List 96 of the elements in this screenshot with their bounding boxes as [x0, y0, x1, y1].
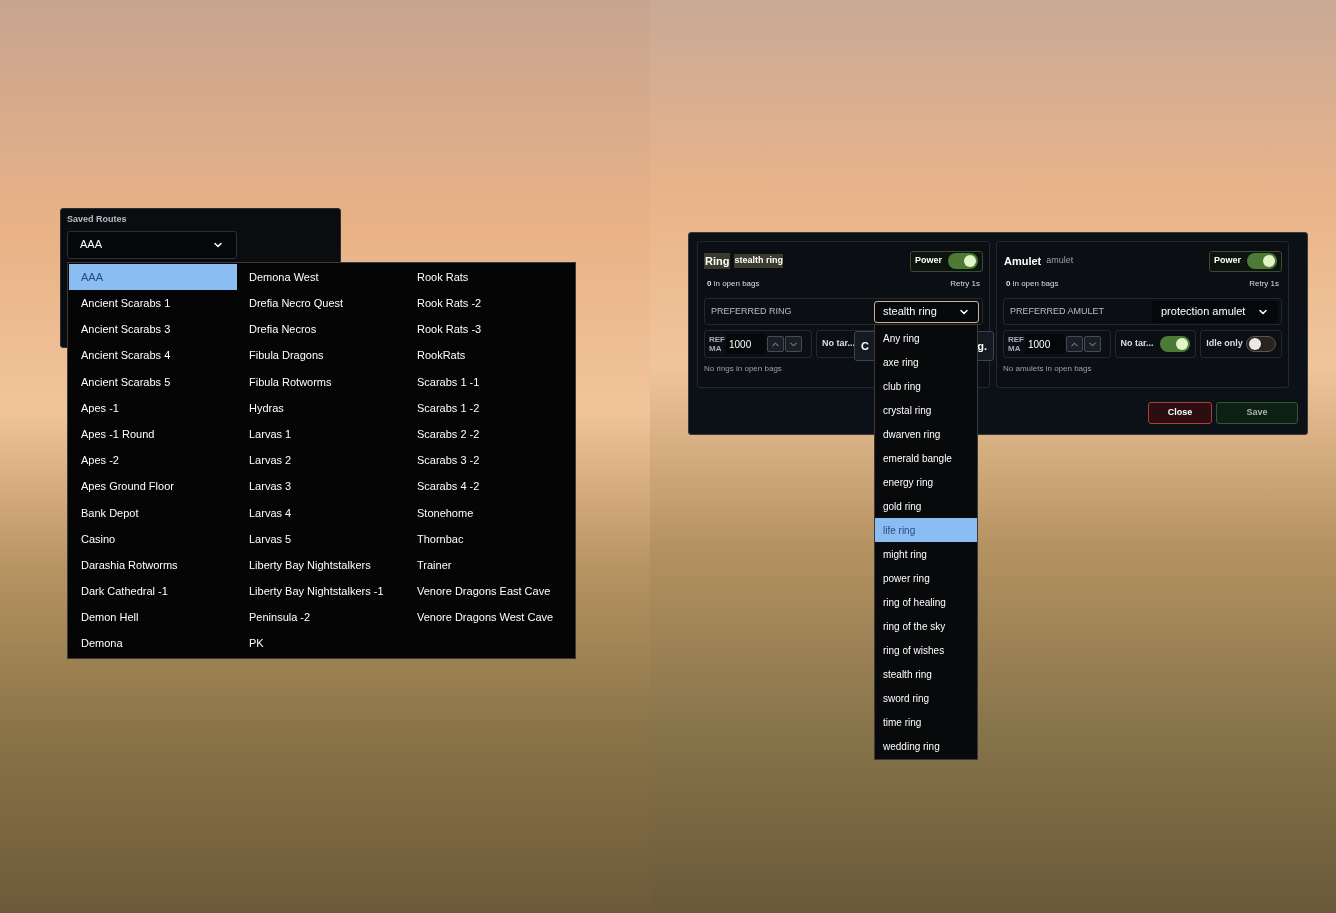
- route-option[interactable]: Bank Depot: [69, 499, 237, 526]
- toggle-switch[interactable]: [948, 253, 978, 269]
- route-option[interactable]: Scarabs 2 -2: [405, 421, 573, 448]
- route-option[interactable]: Larvas 3: [237, 473, 405, 500]
- route-option[interactable]: Scarabs 4 -2: [405, 473, 573, 500]
- option-label: No tar...: [822, 337, 855, 351]
- route-option[interactable]: Ancient Scarabs 5: [69, 368, 237, 395]
- footer-button[interactable]: Close: [1148, 402, 1212, 424]
- dropdown-option[interactable]: dwarven ring: [875, 422, 977, 446]
- route-select[interactable]: AAA: [67, 230, 237, 259]
- bag-count-text: 0 in open bags: [1006, 278, 1059, 290]
- route-option[interactable]: Ancient Scarabs 4: [69, 342, 237, 369]
- footer-button[interactable]: Save: [1216, 402, 1298, 424]
- route-option[interactable]: Thornbac: [405, 525, 573, 553]
- dropdown-option[interactable]: emerald bangle: [875, 446, 977, 470]
- route-option[interactable]: Apes Ground Floor: [69, 473, 237, 500]
- dropdown-option[interactable]: wedding ring: [875, 734, 977, 758]
- dropdown-option[interactable]: power ring: [875, 566, 977, 590]
- dropdown-option[interactable]: axe ring: [875, 350, 977, 374]
- route-option[interactable]: Ancient Scarabs 1: [69, 290, 237, 317]
- dropdown-option[interactable]: Any ring: [875, 326, 977, 350]
- dropdown-option[interactable]: crystal ring: [875, 398, 977, 422]
- route-option[interactable]: Venore Dragons East Cave: [405, 578, 573, 605]
- retry-text: Retry 1s: [950, 278, 980, 290]
- route-option[interactable]: Rook Rats -2: [405, 290, 573, 317]
- route-option[interactable]: Trainer: [405, 552, 573, 579]
- section-subtitle: stealth ring: [734, 254, 783, 268]
- dropdown-option[interactable]: life ring: [875, 518, 977, 542]
- dropdown-option[interactable]: ring of healing: [875, 590, 977, 614]
- option-label: No tar...: [1120, 337, 1154, 351]
- route-option[interactable]: Rook Rats -3: [405, 316, 573, 343]
- bag-note: No amulets in open bags: [1003, 363, 1093, 375]
- route-option[interactable]: Apes -2: [69, 447, 237, 474]
- refill-input[interactable]: 1000: [1025, 334, 1065, 354]
- power-control[interactable]: Power: [1209, 250, 1282, 272]
- panel-title: Saved Routes: [67, 213, 128, 226]
- preferred-select[interactable]: stealth ring: [874, 300, 979, 323]
- route-option[interactable]: Ancient Scarabs 3: [69, 316, 237, 343]
- refill-label: REF MA: [709, 335, 725, 353]
- route-option[interactable]: Apes -1: [69, 394, 237, 422]
- dropdown-option[interactable]: sword ring: [875, 686, 977, 710]
- toggle-switch[interactable]: [1246, 336, 1276, 352]
- bag-count-text: 0 in open bags: [707, 278, 760, 290]
- route-option[interactable]: Peninsula -2: [237, 604, 405, 631]
- dropdown-option[interactable]: stealth ring: [875, 662, 977, 686]
- route-option[interactable]: Larvas 4: [237, 499, 405, 526]
- dropdown-option[interactable]: ring of wishes: [875, 638, 977, 662]
- option-label: Idle only: [1206, 337, 1243, 351]
- toggle-switch[interactable]: [1160, 336, 1191, 352]
- dropdown-option[interactable]: gold ring: [875, 494, 977, 518]
- route-option[interactable]: Dark Cathedral -1: [69, 578, 237, 605]
- section-title: Ring: [704, 252, 731, 270]
- route-option[interactable]: Apes -1 Round: [69, 421, 237, 448]
- route-option[interactable]: AAA: [69, 264, 237, 291]
- refill-label: REF MA: [1008, 335, 1024, 353]
- route-option[interactable]: Hydras: [237, 394, 405, 422]
- retry-text: Retry 1s: [1249, 278, 1279, 290]
- route-option[interactable]: Demona: [69, 630, 237, 657]
- dropdown-option[interactable]: energy ring: [875, 470, 977, 494]
- preferred-select[interactable]: protection amulet: [1152, 300, 1278, 323]
- route-option[interactable]: Liberty Bay Nightstalkers: [237, 552, 405, 579]
- route-option[interactable]: Rook Rats: [405, 264, 573, 291]
- route-option[interactable]: Scarabs 3 -2: [405, 447, 573, 474]
- power-label: Power: [1214, 254, 1241, 268]
- route-option[interactable]: Larvas 1: [237, 421, 405, 448]
- button-text-end: g.: [977, 338, 987, 354]
- route-option[interactable]: Darashia Rotworms: [69, 552, 237, 579]
- route-option[interactable]: Casino: [69, 525, 237, 553]
- dropdown-option[interactable]: might ring: [875, 542, 977, 566]
- dropdown-option[interactable]: club ring: [875, 374, 977, 398]
- route-option[interactable]: Scarabs 1 -2: [405, 394, 573, 422]
- route-option[interactable]: Fibula Rotworms: [237, 368, 405, 395]
- route-option[interactable]: Drefia Necro Quest: [237, 290, 405, 317]
- route-option[interactable]: Demona West: [237, 264, 405, 291]
- refill-input[interactable]: 1000: [726, 334, 766, 354]
- route-option[interactable]: Demon Hell: [69, 604, 237, 631]
- route-option[interactable]: Larvas 2: [237, 447, 405, 474]
- preferred-label: PREFERRED AMULET: [1010, 304, 1105, 318]
- toggle-switch[interactable]: [1247, 253, 1277, 269]
- route-option[interactable]: Liberty Bay Nightstalkers -1: [237, 578, 405, 605]
- power-label: Power: [915, 254, 942, 268]
- route-option[interactable]: PK: [237, 630, 405, 657]
- dropdown-option[interactable]: time ring: [875, 710, 977, 734]
- dropdown-option[interactable]: ring of the sky: [875, 614, 977, 638]
- preferred-label: PREFERRED RING: [711, 304, 792, 318]
- section-title: Amulet: [1003, 253, 1043, 269]
- route-option[interactable]: Drefia Necros: [237, 316, 405, 343]
- button-text-start: C: [861, 338, 869, 354]
- route-option[interactable]: Fibula Dragons: [237, 342, 405, 369]
- route-option[interactable]: Venore Dragons West Cave: [405, 604, 573, 631]
- section-subtitle: amulet: [1046, 254, 1074, 268]
- route-option[interactable]: Stonehome: [405, 499, 573, 526]
- power-control[interactable]: Power: [910, 250, 983, 272]
- route-option[interactable]: Scarabs 1 -1: [405, 368, 573, 395]
- route-option[interactable]: RookRats: [405, 342, 573, 369]
- route-option[interactable]: Larvas 5: [237, 525, 405, 553]
